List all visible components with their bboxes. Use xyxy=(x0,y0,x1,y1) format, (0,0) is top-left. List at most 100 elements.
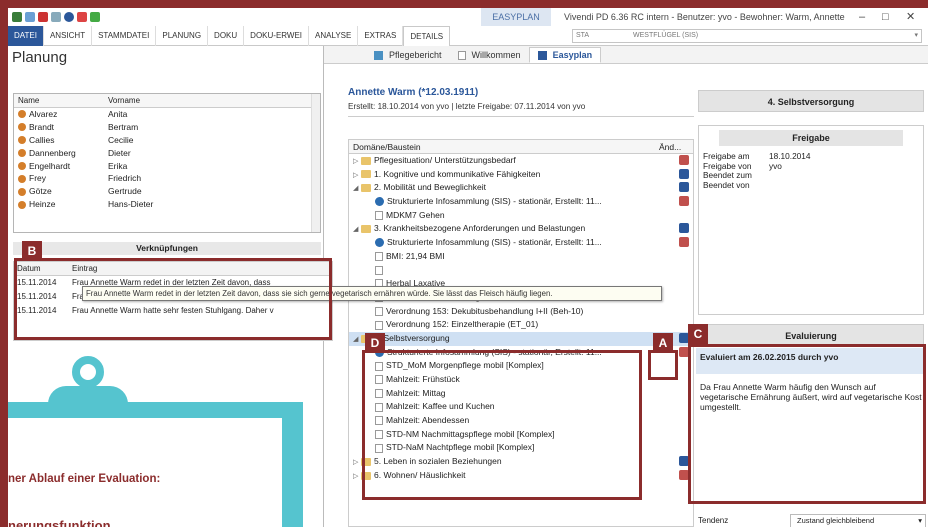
column-aend[interactable]: Änd... xyxy=(659,140,681,153)
resident-row[interactable]: Heinze Hans-Dieter xyxy=(14,198,320,211)
welcome-icon xyxy=(457,50,466,60)
resident-firstname: Anita xyxy=(108,109,128,119)
tree-row[interactable]: ▷ Pflegesituation/ Unterstützungsbedarf xyxy=(349,154,693,168)
resident-row[interactable]: Dannenberg Dieter xyxy=(14,147,320,160)
sis-icon xyxy=(375,238,384,248)
resident-firstname: Bertram xyxy=(108,121,139,132)
tree-row[interactable]: ◢ 4. Selbstversorgung xyxy=(349,331,693,347)
tree-row[interactable]: BMI: 21,94 BMI xyxy=(349,250,693,264)
tree-row-label: Pflegesituation/ Unterstützungsbedarf xyxy=(374,155,516,165)
change-status-icon[interactable] xyxy=(679,182,689,193)
change-status-icon[interactable] xyxy=(679,223,689,234)
scrollbar[interactable] xyxy=(311,94,320,232)
tree-row[interactable]: Verordnung 152: Einzeltherapie (ET_01) xyxy=(349,318,693,332)
tendenz-value: Zustand gleichbleibend xyxy=(797,516,875,525)
tab-doku-erwei[interactable]: DOKU-ERWEI xyxy=(244,25,310,46)
tab-datei[interactable]: DATEI xyxy=(8,25,44,46)
tab-extras[interactable]: EXTRAS xyxy=(358,25,404,46)
highlight-d xyxy=(362,350,642,500)
tree-row[interactable] xyxy=(349,264,693,278)
chevron-down-icon[interactable]: ▾ xyxy=(918,515,922,527)
resident-name-cell: Callies xyxy=(14,134,104,147)
user-icon xyxy=(18,200,26,209)
tab-doku[interactable]: DOKU xyxy=(208,25,245,46)
resident-firstname: Erika xyxy=(108,160,128,171)
evaluierung-header: Evaluierung xyxy=(698,324,924,346)
resident-name-cell: Engelhardt xyxy=(14,160,104,173)
tree-row[interactable]: ▷ 1. Kognitive und kommunikative Fähigkei… xyxy=(349,168,693,182)
user-icon[interactable] xyxy=(90,12,100,22)
tab-pflegebericht[interactable]: Pflegebericht xyxy=(366,47,450,63)
context-tab-header: EASYPLAN xyxy=(481,8,551,26)
resident-lastname: Frey xyxy=(29,173,46,184)
expand-icon[interactable]: ◢ xyxy=(353,223,361,237)
tab-planung[interactable]: PLANUNG xyxy=(156,25,209,46)
column-domaene[interactable]: Domäne/Baustein xyxy=(349,140,659,153)
resident-firstname: Hans-Dieter xyxy=(108,199,154,210)
location-selector[interactable]: STA WESTFLÜGEL (SIS) ▾ xyxy=(572,29,922,43)
user-icon xyxy=(18,136,26,145)
print-icon[interactable] xyxy=(25,12,35,22)
resident-row[interactable]: Frey Friedrich xyxy=(14,172,320,185)
tab-ansicht[interactable]: ANSICHT xyxy=(44,25,93,46)
expand-icon[interactable]: ◢ xyxy=(353,333,361,347)
location-value: WESTFLÜGEL (SIS) xyxy=(633,32,699,39)
change-status-icon[interactable] xyxy=(679,237,689,248)
search-icon[interactable] xyxy=(51,12,61,22)
label-b: B xyxy=(22,241,42,261)
tree-row-label: MDKM7 Gehen xyxy=(386,209,445,220)
resident-lastname: Dannenberg xyxy=(29,147,76,158)
resident-row[interactable]: Götze Gertrude xyxy=(14,185,320,198)
column-name[interactable]: Name xyxy=(14,94,104,107)
tab-willkommen[interactable]: Willkommen xyxy=(450,47,529,63)
tree-row[interactable]: ◢ 2. Mobilität und Beweglichkeit xyxy=(349,181,693,195)
resident-row[interactable]: Callies Cecilie xyxy=(14,134,320,147)
tree-row-label: 2. Mobilität und Beweglichkeit xyxy=(374,182,486,193)
change-status-icon[interactable] xyxy=(679,155,689,165)
add-icon[interactable] xyxy=(77,12,87,22)
tab-easyplan-label: Easyplan xyxy=(552,50,593,60)
easyplan-icon xyxy=(537,50,547,60)
close-icon[interactable]: ✕ xyxy=(906,8,915,26)
highlight-c xyxy=(688,344,926,504)
chevron-down-icon[interactable]: ▾ xyxy=(914,30,918,42)
tree-row-label: Strukturierte Infosammlung (SIS) - stati… xyxy=(387,237,602,248)
resident-lastname: Alvarez xyxy=(29,109,58,119)
tendenz-label: Tendenz xyxy=(698,516,729,525)
resident-rows: Alvarez Anita Brandt Bertram Callies Cecilie D… xyxy=(14,108,320,211)
sis-icon xyxy=(375,197,384,207)
tab-analyse[interactable]: ANALYSE xyxy=(309,25,359,46)
tab-details[interactable]: DETAILS xyxy=(403,25,451,46)
resident-row[interactable]: Brandt Bertram xyxy=(14,121,320,134)
change-status-icon[interactable] xyxy=(679,196,689,207)
tree-row[interactable]: Verordnung 153: Dekubitusbehandlung I+II… xyxy=(349,305,693,319)
tab-easyplan[interactable]: Easyplan xyxy=(528,47,602,63)
change-status-icon[interactable] xyxy=(679,168,689,179)
refresh-icon[interactable] xyxy=(38,12,48,22)
expand-icon[interactable]: ▷ xyxy=(353,470,361,484)
tree-row[interactable]: Strukturierte Infosammlung (SIS) - stati… xyxy=(349,236,693,250)
expand-icon[interactable]: ▷ xyxy=(353,169,361,183)
expand-icon[interactable]: ◢ xyxy=(353,182,361,196)
tendenz-select[interactable]: Zustand gleichbleibend ▾ xyxy=(790,514,926,527)
maximize-icon[interactable]: □ xyxy=(882,8,889,26)
person-icon-body xyxy=(48,386,128,418)
resident-lastname: Götze xyxy=(29,186,52,197)
tree-row-label: BMI: 21,94 BMI xyxy=(386,250,445,261)
resident-row[interactable]: Alvarez Anita xyxy=(14,108,320,121)
column-vorname[interactable]: Vorname xyxy=(104,94,284,107)
expand-icon[interactable]: ▷ xyxy=(353,155,361,169)
resident-row[interactable]: Engelhardt Erika xyxy=(14,160,320,173)
tab-stammdatei[interactable]: STAMMDATEI xyxy=(92,25,157,46)
tab-willkommen-label: Willkommen xyxy=(471,50,521,60)
minimize-icon[interactable]: – xyxy=(859,8,865,26)
globe-icon[interactable] xyxy=(64,12,74,22)
tree-row[interactable]: ◢ 3. Krankheitsbezogene Anforderungen und… xyxy=(349,222,693,236)
resident-lastname: Brandt xyxy=(29,121,55,132)
freigabe-header: Freigabe xyxy=(719,130,903,146)
tree-row[interactable]: MDKM7 Gehen xyxy=(349,209,693,223)
expand-icon[interactable]: ▷ xyxy=(353,456,361,470)
user-icon xyxy=(18,162,26,170)
app-icon[interactable] xyxy=(12,12,22,22)
tree-row[interactable]: Strukturierte Infosammlung (SIS) - stati… xyxy=(349,195,693,209)
